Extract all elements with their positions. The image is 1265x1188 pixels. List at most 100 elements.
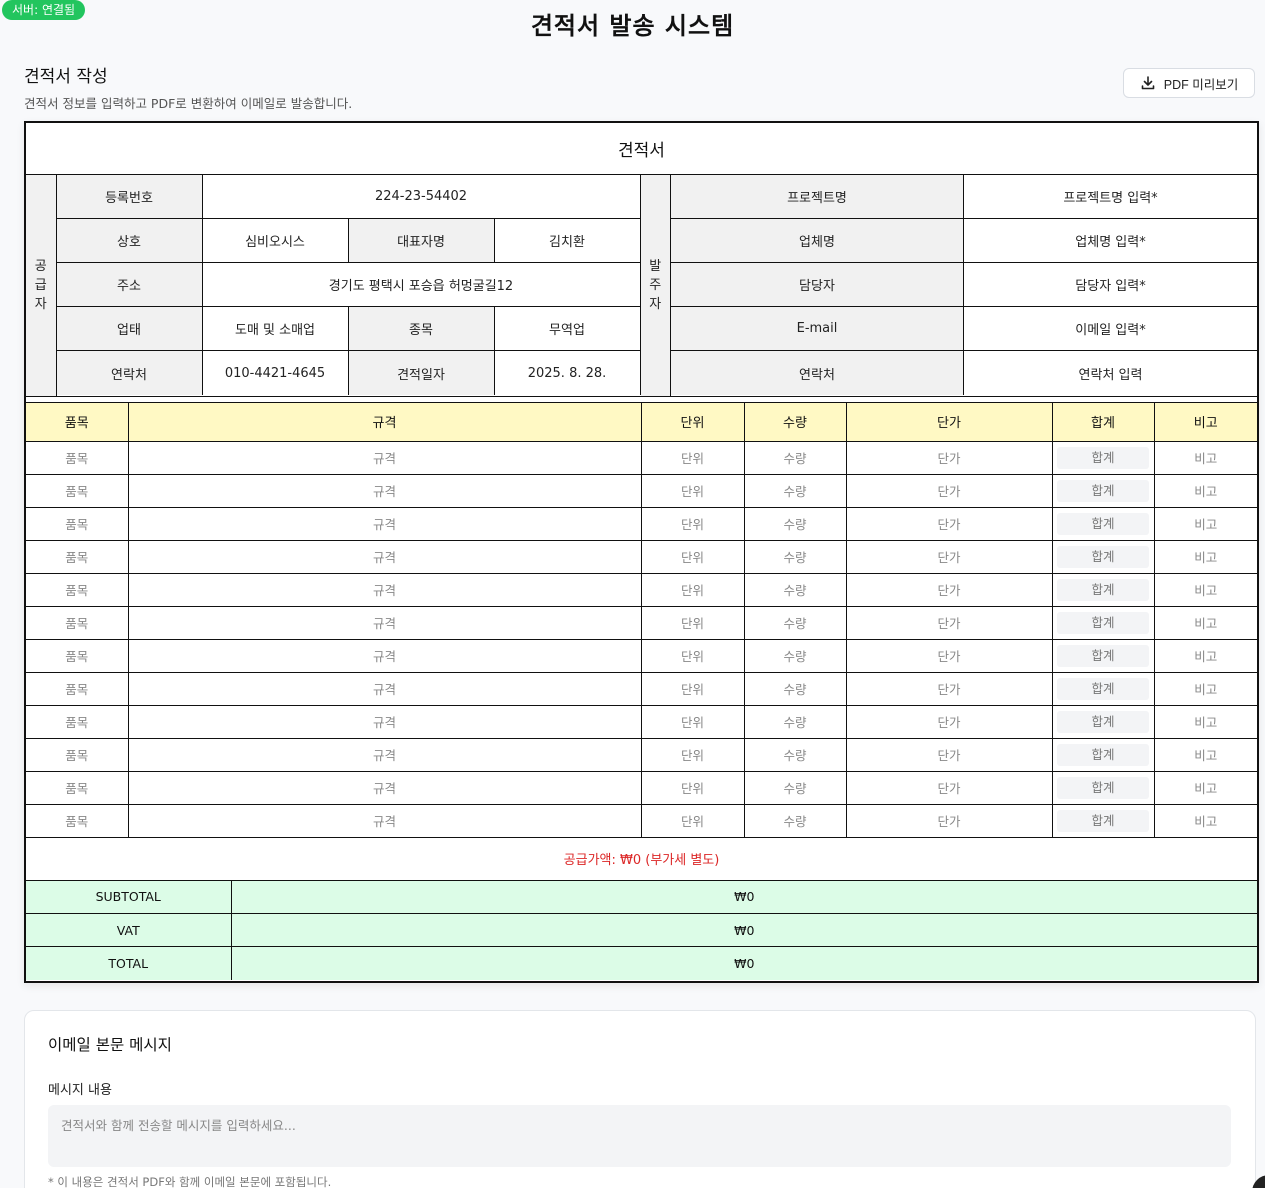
cell-qty[interactable]: 수량 <box>744 441 847 475</box>
supplier-contact-label: 연락처 <box>56 351 203 395</box>
cell-unit[interactable]: 단위 <box>641 540 745 574</box>
cell-item[interactable]: 품목 <box>26 738 129 772</box>
cell-unit[interactable]: 단위 <box>641 573 745 607</box>
project-label: 프로젝트명 <box>671 175 964 219</box>
cell-spec[interactable]: 규격 <box>128 507 642 541</box>
cell-item[interactable]: 품목 <box>26 540 129 574</box>
cell-spec[interactable]: 규격 <box>128 705 642 739</box>
cell-note[interactable]: 비고 <box>1154 771 1257 805</box>
cell-price[interactable]: 단가 <box>846 804 1053 838</box>
cell-note[interactable]: 비고 <box>1154 540 1257 574</box>
cell-qty[interactable]: 수량 <box>744 771 847 805</box>
address-label: 주소 <box>56 263 203 307</box>
cell-price[interactable]: 단가 <box>846 771 1053 805</box>
cell-note[interactable]: 비고 <box>1154 705 1257 739</box>
cell-price[interactable]: 단가 <box>846 705 1053 739</box>
quote-info-section: 공급자 등록번호 224-23-54402 상호 심비오시스 대표자명 김치환 … <box>26 175 1257 397</box>
totals-row: TOTAL ₩0 <box>26 946 1257 980</box>
cell-item[interactable]: 품목 <box>26 507 129 541</box>
row-sum-value: 합계 <box>1057 677 1149 700</box>
cell-spec[interactable]: 규격 <box>128 606 642 640</box>
items-header-row: 품목 규격 단위 수량 단가 합계 비고 <box>26 403 1257 442</box>
cell-qty[interactable]: 수량 <box>744 474 847 508</box>
cell-qty[interactable]: 수량 <box>744 738 847 772</box>
cell-spec[interactable]: 규격 <box>128 738 642 772</box>
cell-sum: 합계 <box>1052 738 1155 772</box>
cell-qty[interactable]: 수량 <box>744 540 847 574</box>
cell-unit[interactable]: 단위 <box>641 441 745 475</box>
cell-unit[interactable]: 단위 <box>641 639 745 673</box>
section-subtitle: 견적서 정보를 입력하고 PDF로 변환하여 이메일로 발송합니다. <box>24 96 353 111</box>
cell-qty[interactable]: 수량 <box>744 672 847 706</box>
cell-price[interactable]: 단가 <box>846 507 1053 541</box>
cell-qty[interactable]: 수량 <box>744 705 847 739</box>
message-textarea[interactable] <box>48 1105 1231 1167</box>
cell-price[interactable]: 단가 <box>846 474 1053 508</box>
cell-price[interactable]: 단가 <box>846 441 1053 475</box>
cell-price[interactable]: 단가 <box>846 606 1053 640</box>
cell-price[interactable]: 단가 <box>846 639 1053 673</box>
table-row: 품목 규격 단위 수량 단가 합계 비고 <box>26 507 1257 541</box>
cell-spec[interactable]: 규격 <box>128 672 642 706</box>
cell-item[interactable]: 품목 <box>26 606 129 640</box>
cell-qty[interactable]: 수량 <box>744 804 847 838</box>
totals-label: VAT <box>26 913 232 947</box>
cell-note[interactable]: 비고 <box>1154 672 1257 706</box>
cell-sum: 합계 <box>1052 540 1155 574</box>
cell-spec[interactable]: 규격 <box>128 573 642 607</box>
cell-unit[interactable]: 단위 <box>641 771 745 805</box>
client-contact-input[interactable]: 연락처 입력 <box>964 351 1257 395</box>
cell-qty[interactable]: 수량 <box>744 606 847 640</box>
reg-no-label: 등록번호 <box>56 175 203 219</box>
section-title: 견적서 작성 <box>24 67 108 87</box>
items-body: 품목 규격 단위 수량 단가 합계 비고 품목 규격 단위 수량 단가 합계 비고 품목 규격 단위 수량 단가 합계… <box>26 441 1257 838</box>
cell-item[interactable]: 품목 <box>26 804 129 838</box>
app-title: 견적서 발송 시스템 <box>530 12 735 40</box>
cell-note[interactable]: 비고 <box>1154 474 1257 508</box>
cell-note[interactable]: 비고 <box>1154 738 1257 772</box>
cell-note[interactable]: 비고 <box>1154 441 1257 475</box>
cell-note[interactable]: 비고 <box>1154 804 1257 838</box>
cell-spec[interactable]: 규격 <box>128 804 642 838</box>
pdf-preview-button[interactable]: PDF 미리보기 <box>1123 68 1255 98</box>
cell-note[interactable]: 비고 <box>1154 639 1257 673</box>
cell-note[interactable]: 비고 <box>1154 606 1257 640</box>
cell-item[interactable]: 품목 <box>26 639 129 673</box>
cell-item[interactable]: 품목 <box>26 573 129 607</box>
cell-item[interactable]: 품목 <box>26 672 129 706</box>
cell-unit[interactable]: 단위 <box>641 606 745 640</box>
cell-price[interactable]: 단가 <box>846 672 1053 706</box>
cell-item[interactable]: 품목 <box>26 705 129 739</box>
cell-price[interactable]: 단가 <box>846 738 1053 772</box>
cell-spec[interactable]: 규격 <box>128 441 642 475</box>
totals-value: ₩0 <box>231 913 1257 947</box>
cell-price[interactable]: 단가 <box>846 573 1053 607</box>
email-input[interactable]: 이메일 입력* <box>964 307 1257 351</box>
cell-unit[interactable]: 단위 <box>641 804 745 838</box>
cell-unit[interactable]: 단위 <box>641 507 745 541</box>
cell-unit[interactable]: 단위 <box>641 474 745 508</box>
cell-spec[interactable]: 규격 <box>128 474 642 508</box>
cell-unit[interactable]: 단위 <box>641 672 745 706</box>
manager-input[interactable]: 담당자 입력* <box>964 263 1257 307</box>
cell-qty[interactable]: 수량 <box>744 573 847 607</box>
table-row: 품목 규격 단위 수량 단가 합계 비고 <box>26 441 1257 475</box>
cell-qty[interactable]: 수량 <box>744 639 847 673</box>
cell-item[interactable]: 품목 <box>26 771 129 805</box>
col-header-unit: 단위 <box>641 403 745 442</box>
cell-item[interactable]: 품목 <box>26 441 129 475</box>
cell-sum: 합계 <box>1052 672 1155 706</box>
message-label: 메시지 내용 <box>48 1083 112 1098</box>
project-input[interactable]: 프로젝트명 입력* <box>964 175 1257 219</box>
cell-note[interactable]: 비고 <box>1154 507 1257 541</box>
cell-spec[interactable]: 규격 <box>128 771 642 805</box>
cell-note[interactable]: 비고 <box>1154 573 1257 607</box>
cell-spec[interactable]: 규격 <box>128 639 642 673</box>
cell-spec[interactable]: 규격 <box>128 540 642 574</box>
cell-unit[interactable]: 단위 <box>641 705 745 739</box>
cell-qty[interactable]: 수량 <box>744 507 847 541</box>
cell-item[interactable]: 품목 <box>26 474 129 508</box>
cell-price[interactable]: 단가 <box>846 540 1053 574</box>
client-company-input[interactable]: 업체명 입력* <box>964 219 1257 263</box>
cell-unit[interactable]: 단위 <box>641 738 745 772</box>
